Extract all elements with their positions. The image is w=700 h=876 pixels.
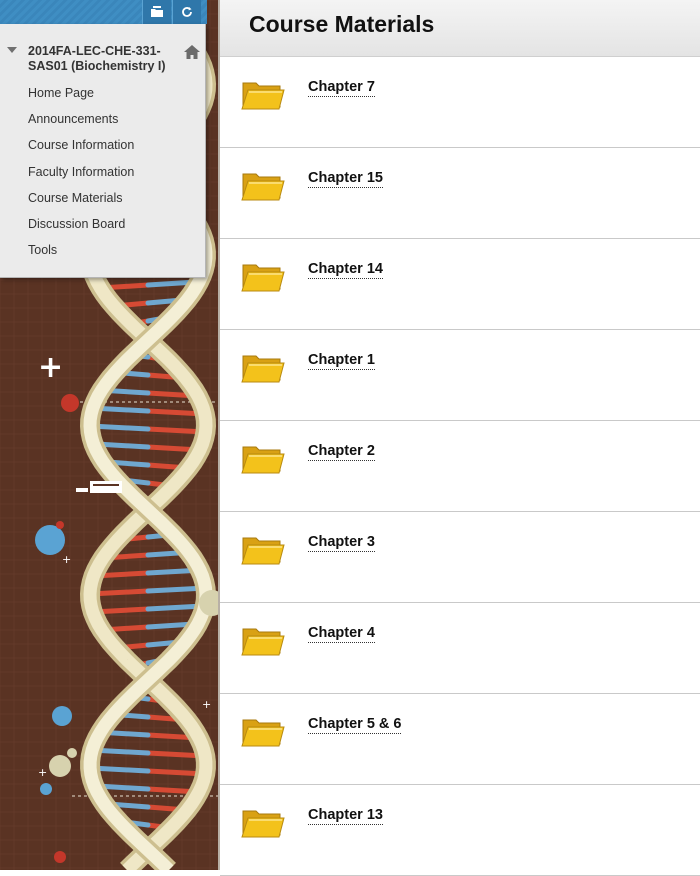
- folder-icon: [240, 532, 286, 573]
- home-icon[interactable]: [183, 44, 201, 65]
- content-item-chapter-4: Chapter 4: [220, 603, 700, 694]
- menu-item-discussion-board[interactable]: Discussion Board: [28, 217, 125, 231]
- content-item-link[interactable]: Chapter 13: [308, 807, 383, 825]
- content-header: Course Materials: [220, 0, 700, 57]
- content-item-link[interactable]: Chapter 7: [308, 79, 375, 97]
- content-item-chapter-14: Chapter 14: [220, 239, 700, 330]
- course-menu: 2014FA-LEC-CHE-331-SAS01 (Biochemistry I…: [0, 24, 206, 278]
- folder-icon: [240, 714, 286, 755]
- content-item-chapter-7: Chapter 7: [220, 57, 700, 148]
- folder-view-icon[interactable]: [142, 0, 171, 24]
- content-item-link[interactable]: Chapter 4: [308, 625, 375, 643]
- course-menu-toolbar: [0, 0, 207, 24]
- content-list: Chapter 7 Chapter 15 Chapter 14 Chapter …: [220, 57, 700, 876]
- menu-item-tools[interactable]: Tools: [28, 243, 57, 257]
- content-item-chapter-3: Chapter 3: [220, 512, 700, 603]
- menu-item-announcements[interactable]: Announcements: [28, 112, 118, 126]
- folder-icon: [240, 259, 286, 300]
- content-item-link[interactable]: Chapter 2: [308, 443, 375, 461]
- content-item-link[interactable]: Chapter 14: [308, 261, 383, 279]
- svg-text:+: +: [38, 766, 47, 779]
- course-title[interactable]: 2014FA-LEC-CHE-331-SAS01 (Biochemistry I…: [28, 44, 176, 74]
- menu-item-home-page[interactable]: Home Page: [28, 86, 94, 100]
- content-item-link[interactable]: Chapter 5 & 6: [308, 716, 402, 734]
- folder-icon: [240, 350, 286, 391]
- content-item-link[interactable]: Chapter 3: [308, 534, 375, 552]
- folder-icon: [240, 805, 286, 846]
- content-item-chapter-15: Chapter 15: [220, 148, 700, 239]
- content-item-link[interactable]: Chapter 15: [308, 170, 383, 188]
- content-item-chapter-5-6: Chapter 5 & 6: [220, 694, 700, 785]
- menu-item-faculty-information[interactable]: Faculty Information: [28, 165, 134, 179]
- content-item-chapter-2: Chapter 2: [220, 421, 700, 512]
- content-item-chapter-13: Chapter 13: [220, 785, 700, 876]
- menu-item-course-information[interactable]: Course Information: [28, 138, 134, 152]
- folder-icon: [240, 77, 286, 118]
- folder-icon: [240, 168, 286, 209]
- svg-text:+: +: [62, 553, 71, 566]
- svg-text:+: +: [38, 350, 63, 385]
- page-title: Course Materials: [249, 11, 435, 37]
- svg-text:+: +: [202, 698, 211, 711]
- content-item-chapter-1: Chapter 1: [220, 330, 700, 421]
- refresh-icon[interactable]: [172, 0, 201, 24]
- content-item-link[interactable]: Chapter 1: [308, 352, 375, 370]
- folder-icon: [240, 441, 286, 482]
- menu-item-course-materials[interactable]: Course Materials: [28, 191, 122, 205]
- folder-icon: [240, 623, 286, 664]
- collapse-triangle-icon[interactable]: [7, 47, 17, 53]
